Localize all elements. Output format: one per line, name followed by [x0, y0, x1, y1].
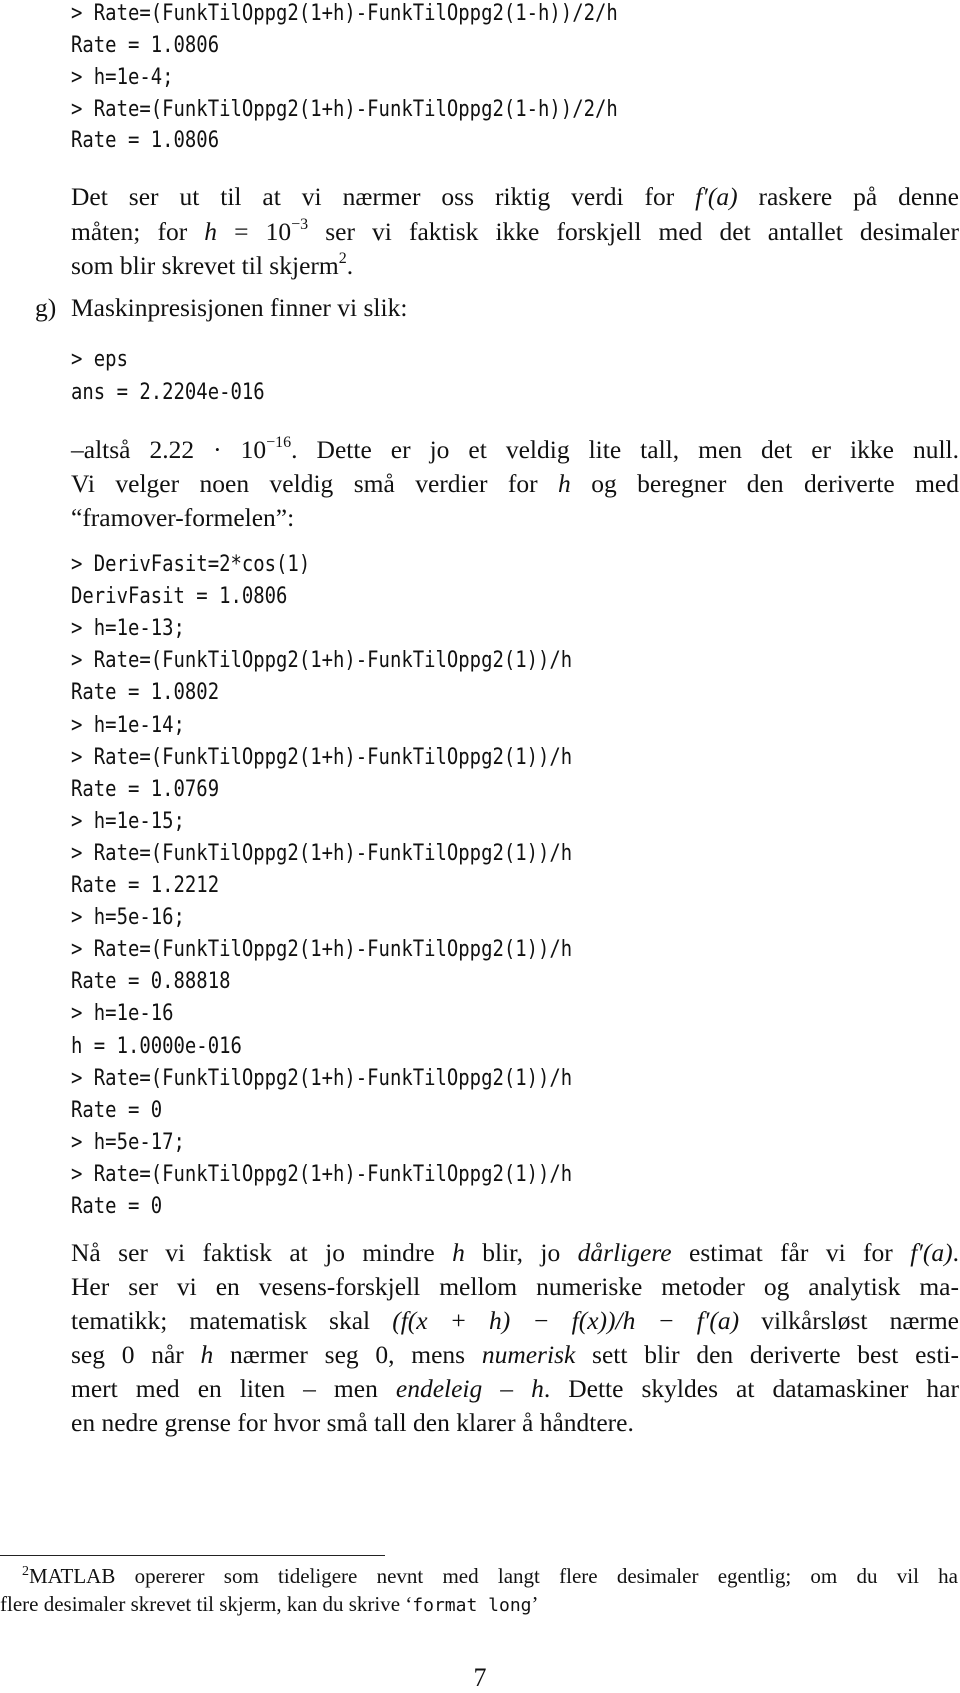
footnote-line: flere desimaler skrevet til skjerm, kan …	[0, 1592, 539, 1616]
text-line: Det ser ut til at vi nærmer oss riktig v…	[71, 182, 959, 211]
code-line: > h=1e-16	[71, 1001, 174, 1027]
text-line: Nå ser vi faktisk at jo mindre h blir, j…	[71, 1238, 959, 1267]
item-text: Maskinpresisjonen finner vi slik:	[71, 293, 408, 322]
code-line: > eps	[71, 347, 128, 372]
code-line: ans = 2.2204e-016	[71, 380, 265, 405]
text-line: tematikk; matematisk skal (f(x + h) − f(…	[71, 1306, 959, 1335]
code-line: Rate = 1.0806	[71, 33, 220, 58]
footnote-ref[interactable]: 2	[339, 250, 347, 267]
code-line: > Rate=(FunkTilOppg2(1+h)-FunkTilOppg2(1…	[71, 1, 618, 26]
code-line: > Rate=(FunkTilOppg2(1+h)-FunkTilOppg2(1…	[71, 1065, 573, 1091]
code-line: Rate = 1.0806	[71, 128, 220, 153]
code-line: > h=1e-13;	[71, 616, 185, 642]
footnote-line: 2MATLAB opererer som tideligere nevnt me…	[22, 1564, 958, 1588]
code-line: > Rate=(FunkTilOppg2(1+h)-FunkTilOppg2(1…	[71, 937, 573, 963]
code-line: > h=1e-15;	[71, 808, 185, 834]
footnote-mark: 2	[22, 1564, 29, 1579]
item-label: g)	[35, 293, 57, 322]
code-line: DerivFasit = 1.0806	[71, 584, 288, 610]
text-line: “framover-formelen”:	[71, 503, 295, 532]
code-line: Rate = 0	[71, 1097, 163, 1123]
text-line: mert med en liten – men endeleig – h. De…	[71, 1374, 959, 1403]
code-line: h = 1.0000e-016	[71, 1033, 242, 1059]
text-line: som blir skrevet til skjerm2.	[71, 250, 354, 280]
code-line: > Rate=(FunkTilOppg2(1+h)-FunkTilOppg2(1…	[71, 1161, 573, 1187]
code-line: > DerivFasit=2*cos(1)	[71, 552, 311, 577]
code-line: > h=1e-14;	[71, 712, 185, 738]
code-line: Rate = 0	[71, 1194, 163, 1219]
footnote-rule	[0, 1555, 385, 1556]
code-line: Rate = 0.88818	[71, 969, 231, 995]
page-number: 7	[473, 1663, 487, 1692]
text-line: Vi velger noen veldig små verdier for h …	[71, 469, 959, 498]
code-line: Rate = 1.2212	[71, 873, 220, 898]
text-line: seg 0 når h nærmer seg 0, mens numerisk …	[71, 1340, 959, 1369]
code-line: > h=5e-17;	[71, 1129, 185, 1155]
code-line: Rate = 1.0802	[71, 680, 220, 706]
code-line: > Rate=(FunkTilOppg2(1+h)-FunkTilOppg2(1…	[71, 97, 618, 122]
code-line: Rate = 1.0769	[71, 776, 220, 802]
text-line: måten; for h = 10−3 ser vi faktisk ikke …	[71, 216, 959, 246]
code-line: > Rate=(FunkTilOppg2(1+h)-FunkTilOppg2(1…	[71, 840, 573, 866]
code-line: > h=5e-16;	[71, 905, 185, 931]
text-line: en nedre grense for hvor små tall den kl…	[71, 1408, 634, 1437]
code-line: > Rate=(FunkTilOppg2(1+h)-FunkTilOppg2(1…	[71, 744, 573, 770]
inline-code: format long	[412, 1595, 532, 1616]
text-line: Her ser vi en vesens-forskjell mellom nu…	[71, 1272, 959, 1301]
code-line: > h=1e-4;	[71, 65, 174, 90]
text-line: –altså 2.22 · 10−16. Dette er jo et veld…	[71, 434, 959, 464]
code-line: > Rate=(FunkTilOppg2(1+h)-FunkTilOppg2(1…	[71, 648, 573, 674]
